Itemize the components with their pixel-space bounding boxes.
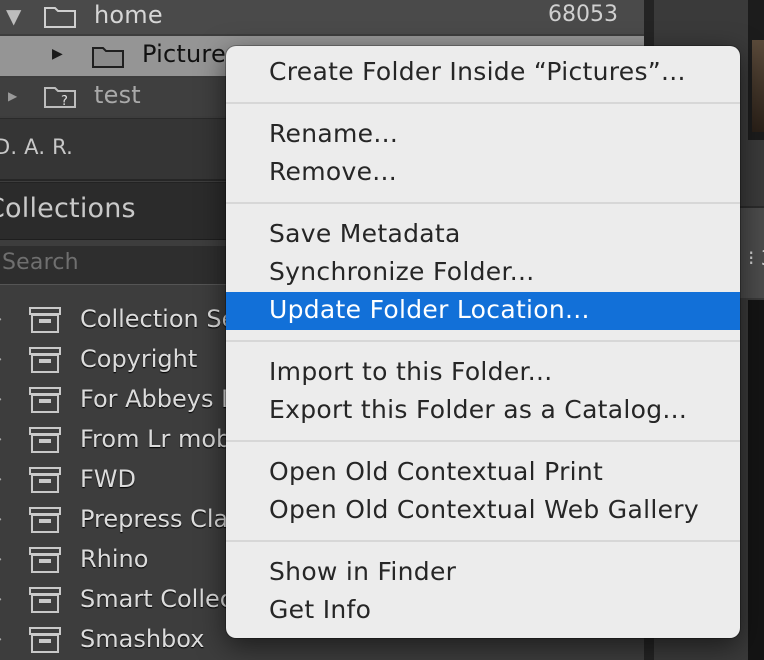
collection-set-icon	[28, 426, 62, 454]
svg-text:?: ?	[61, 94, 68, 108]
folder-icon	[92, 44, 124, 68]
thumbnail-cell[interactable]	[748, 300, 764, 660]
collection-set-icon	[28, 386, 62, 414]
folder-icon	[44, 4, 76, 28]
menu-item-label: Remove...	[269, 157, 397, 186]
photo-thumbnail[interactable]	[752, 40, 764, 132]
folder-label: test	[94, 81, 141, 109]
collection-set-label: Prepress Clas	[80, 505, 241, 533]
collections-title: Collections	[0, 193, 136, 224]
menu-item-import-to-this-folder[interactable]: Import to this Folder...	[226, 354, 740, 392]
menu-item-export-this-folder-as-a-catalog[interactable]: Export this Folder as a Catalog...	[226, 392, 740, 430]
folder-row-home[interactable]: ▼ home 68053	[0, 0, 644, 34]
menu-item-rename[interactable]: Rename...	[226, 116, 740, 154]
collection-set-label: Smart Collect	[80, 585, 243, 613]
menu-item-update-folder-location[interactable]: Update Folder Location...	[226, 292, 740, 330]
disclosure-closed-icon[interactable]: ›	[0, 509, 2, 528]
menu-item-label: Export this Folder as a Catalog...	[269, 395, 688, 424]
volume-label: D. A. R.	[0, 135, 73, 159]
collection-set-label: Smashbox	[80, 625, 205, 653]
menu-item-label: Open Old Contextual Web Gallery	[269, 495, 699, 524]
menu-item-label: Open Old Contextual Print	[269, 457, 604, 486]
lightroom-window: ▼ home 68053 ▶ Pictures ▶ ? test D. A. R…	[0, 0, 764, 660]
menu-item-label: Synchronize Folder...	[269, 257, 535, 286]
collection-set-label: Collection Se	[80, 305, 237, 333]
collection-set-icon	[28, 586, 62, 614]
menu-item-get-info[interactable]: Get Info	[226, 592, 740, 630]
menu-item-show-in-finder[interactable]: Show in Finder	[226, 554, 740, 592]
menu-separator	[226, 102, 740, 104]
menu-item-open-old-contextual-print[interactable]: Open Old Contextual Print	[226, 454, 740, 492]
missing-folder-icon: ?	[44, 84, 76, 108]
disclosure-closed-icon[interactable]: ›	[0, 389, 2, 408]
menu-item-label: Update Folder Location...	[269, 295, 590, 324]
menu-item-label: Rename...	[269, 119, 399, 148]
menu-item-label: Save Metadata	[269, 219, 461, 248]
menu-item-label: Import to this Folder...	[269, 357, 553, 386]
collection-set-label: From Lr mobi	[80, 425, 238, 453]
collection-set-label: For Abbeys D	[80, 385, 240, 413]
menu-separator	[226, 202, 740, 204]
disclosure-closed-icon[interactable]: ›	[0, 429, 2, 448]
filter-bar-text: ⁝ 3.	[748, 246, 764, 270]
menu-item-label: Get Info	[269, 595, 372, 624]
folder-context-menu: Create Folder Inside “Pictures”... Rename…	[226, 46, 740, 638]
collection-set-label: Rhino	[80, 545, 149, 573]
disclosure-closed-icon[interactable]: ›	[0, 309, 2, 328]
menu-item-synchronize-folder[interactable]: Synchronize Folder...	[226, 254, 740, 292]
folder-label: home	[94, 1, 163, 29]
folder-label: Pictures	[142, 40, 239, 68]
collection-set-icon	[28, 626, 62, 654]
disclosure-open-icon[interactable]: ▼	[6, 4, 21, 28]
disclosure-closed-icon[interactable]: ▶	[8, 89, 17, 103]
collection-set-label: FWD	[80, 465, 137, 493]
search-placeholder: Search	[2, 250, 79, 275]
disclosure-closed-icon[interactable]: ›	[0, 549, 2, 568]
disclosure-closed-icon[interactable]: ›	[0, 589, 2, 608]
collection-set-icon	[28, 306, 62, 334]
menu-separator	[226, 540, 740, 542]
photo-count: 68053	[548, 2, 618, 27]
menu-item-label: Show in Finder	[269, 557, 457, 586]
menu-item-remove[interactable]: Remove...	[226, 154, 740, 192]
menu-item-save-metadata[interactable]: Save Metadata	[226, 216, 740, 254]
disclosure-closed-icon[interactable]: ›	[0, 469, 2, 488]
disclosure-closed-icon[interactable]: ›	[0, 349, 2, 368]
disclosure-closed-icon[interactable]: ›	[0, 629, 2, 648]
menu-item-open-old-contextual-web-gallery[interactable]: Open Old Contextual Web Gallery	[226, 492, 740, 530]
menu-item-label: Create Folder Inside “Pictures”...	[269, 57, 686, 86]
collection-set-icon	[28, 346, 62, 374]
menu-separator	[226, 440, 740, 442]
collection-set-icon	[28, 546, 62, 574]
disclosure-closed-icon[interactable]: ▶	[52, 46, 63, 62]
menu-item-create-folder-inside-pictures[interactable]: Create Folder Inside “Pictures”...	[226, 54, 740, 92]
collection-set-label: Copyright	[80, 345, 198, 373]
menu-separator	[226, 340, 740, 342]
collection-set-icon	[28, 506, 62, 534]
collection-set-icon	[28, 466, 62, 494]
